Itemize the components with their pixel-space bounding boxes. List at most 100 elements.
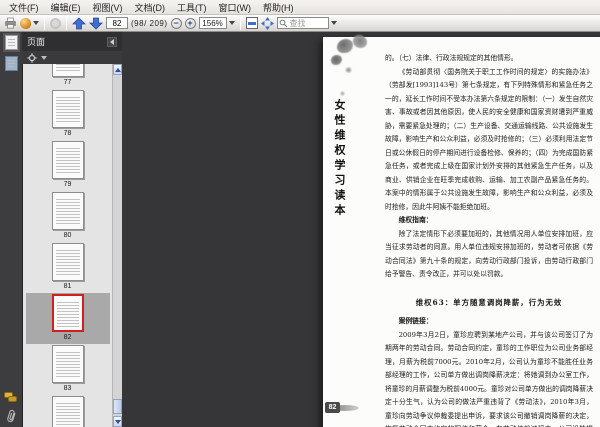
thumbnail-page-83[interactable]: 83 bbox=[26, 344, 110, 395]
find-field-group bbox=[276, 17, 337, 29]
thumbnail-page-81[interactable]: 81 bbox=[26, 242, 110, 293]
arrow-down-icon bbox=[89, 17, 103, 30]
book-side-title: 女性维权学习读本 bbox=[333, 99, 346, 219]
doc-paragraph: 除了法定情形下必须要加班的，其他情况用人单位安排加班，应当征求劳动者的同意。用人… bbox=[385, 229, 593, 279]
thumbnail-number: 81 bbox=[63, 283, 72, 290]
attachments-panel-icon[interactable] bbox=[5, 409, 18, 424]
thumbnail-page-78[interactable]: 78 bbox=[26, 89, 110, 140]
next-page-button[interactable] bbox=[89, 16, 103, 31]
thumbnail-page-84[interactable]: 84 bbox=[26, 395, 110, 427]
scroll-up-button[interactable] bbox=[113, 64, 122, 75]
ink-splash-decoration bbox=[345, 67, 352, 73]
document-viewer[interactable]: 女性维权学习读本 的。（七）法律、行政法规规定的其他情形。《劳动部贯彻〈国务院关… bbox=[122, 32, 600, 427]
comments-panel-icon[interactable] bbox=[4, 391, 18, 403]
pdf-reader-window: 文件(F) 编辑(E) 视图(V) 文档(D) 工具(T) 窗口(W) 帮助(H) bbox=[0, 0, 600, 427]
collapse-panel-button[interactable] bbox=[107, 36, 117, 47]
previous-view-icon bbox=[50, 17, 61, 29]
zoom-level-select[interactable]: 156% bbox=[198, 16, 235, 31]
page-number-badge: 82 bbox=[325, 402, 365, 414]
print-button[interactable] bbox=[4, 16, 17, 31]
sidebar-title: 页面 bbox=[27, 37, 46, 47]
previous-page-button[interactable] bbox=[72, 16, 86, 31]
ink-splash-decoration bbox=[340, 91, 345, 96]
toolbar-separator bbox=[66, 16, 67, 30]
minus-icon: − bbox=[170, 17, 182, 29]
page-number-input[interactable] bbox=[106, 17, 128, 29]
menu-window[interactable]: 窗口(W) bbox=[213, 0, 258, 15]
thumbnail-image[interactable] bbox=[51, 243, 84, 281]
menu-view[interactable]: 视图(V) bbox=[87, 0, 129, 15]
doc-heading: 维权63：单方随意调岗降薪，行为无效 bbox=[415, 297, 563, 307]
fit-page-button[interactable] bbox=[260, 16, 274, 31]
thumbnail-image[interactable] bbox=[51, 64, 84, 77]
thumbnail-number: 79 bbox=[63, 181, 72, 188]
export-icon bbox=[20, 17, 31, 29]
sidebar-scrollbar[interactable] bbox=[112, 64, 122, 427]
chevron-down-icon bbox=[33, 21, 39, 25]
chevron-down-icon bbox=[41, 55, 47, 60]
thumbnail-image[interactable] bbox=[51, 294, 84, 332]
fit-width-icon bbox=[245, 17, 258, 29]
thumbnail-number: 77 bbox=[63, 79, 72, 86]
menu-help[interactable]: 帮助(H) bbox=[257, 0, 300, 15]
previous-view-button[interactable] bbox=[50, 16, 61, 31]
ink-splash-decoration bbox=[331, 55, 342, 65]
document-page: 女性维权学习读本 的。（七）法律、行政法规规定的其他情形。《劳动部贯彻〈国务院关… bbox=[323, 35, 600, 427]
thumbnail-image[interactable] bbox=[51, 345, 84, 383]
pages-panel-icon[interactable] bbox=[2, 33, 20, 52]
plus-icon: + bbox=[184, 17, 196, 29]
toolbar: (98/ 209) − + 156% bbox=[0, 15, 600, 32]
sidebar-header: 页面 bbox=[22, 32, 122, 51]
thumbnail-page-77[interactable]: 77 bbox=[26, 64, 110, 89]
document-text: 的。（七）法律、行政法规规定的其他情形。《劳动部贯彻〈国务院关于职工工作时间的规… bbox=[385, 52, 593, 427]
fit-width-button[interactable] bbox=[245, 16, 258, 31]
fit-page-icon bbox=[260, 16, 274, 30]
thumbnail-number: 82 bbox=[63, 334, 72, 341]
menu-file[interactable]: 文件(F) bbox=[3, 0, 45, 15]
thumbnail-number: 83 bbox=[63, 385, 72, 392]
doc-paragraph: 2009年3月2日，童珍应聘到某地产公司，并与该公司签订了为期两年的劳动合同。劳… bbox=[385, 330, 593, 427]
print-icon bbox=[4, 17, 17, 29]
menu-tools[interactable]: 工具(T) bbox=[171, 0, 213, 15]
ink-splash-decoration bbox=[353, 35, 367, 48]
thumbnail-number: 80 bbox=[63, 232, 72, 239]
doc-paragraph: 维权指南： bbox=[398, 216, 433, 224]
scroll-down-button[interactable] bbox=[113, 416, 122, 427]
export-button[interactable] bbox=[20, 16, 39, 31]
doc-paragraph: 案例链接： bbox=[398, 317, 433, 325]
doc-paragraph: 的。（七）法律、行政法规规定的其他情形。 bbox=[385, 54, 518, 62]
thumbnail-page-80[interactable]: 80 bbox=[26, 191, 110, 242]
search-icon bbox=[279, 19, 288, 28]
toolbar-separator bbox=[239, 16, 241, 30]
doc-paragraph: 《劳动部贯彻〈国务院关于职工工作时间的规定〉的实施办法》（劳部发[1993]14… bbox=[385, 67, 593, 211]
chevron-down-icon bbox=[330, 21, 337, 25]
navigation-icon-strip bbox=[0, 32, 22, 427]
chevron-down-icon bbox=[228, 21, 235, 25]
arrow-up-icon bbox=[72, 16, 86, 30]
thumbnail-image[interactable] bbox=[51, 141, 84, 179]
sidebar-options-row bbox=[22, 51, 122, 64]
thumbnail-image[interactable] bbox=[51, 90, 84, 128]
bookmarks-panel-icon[interactable] bbox=[4, 56, 18, 71]
menu-document[interactable]: 文档(D) bbox=[129, 0, 172, 15]
left-triangle-icon bbox=[110, 38, 114, 45]
thumbnail-page-82[interactable]: 82 bbox=[25, 293, 110, 344]
menu-edit[interactable]: 编辑(E) bbox=[45, 0, 87, 15]
thumbnail-list: 77 78 79 80 81 82 83 84 bbox=[22, 64, 122, 427]
zoom-in-button[interactable]: + bbox=[184, 16, 196, 31]
zoom-level-value: 156% bbox=[198, 17, 227, 29]
thumbnail-image[interactable] bbox=[51, 396, 84, 427]
thumbnail-number: 78 bbox=[63, 130, 72, 137]
badge-number: 82 bbox=[325, 402, 340, 413]
toolbar-separator bbox=[44, 16, 45, 30]
scrollbar-thumb[interactable] bbox=[113, 399, 122, 414]
menu-bar: 文件(F) 编辑(E) 视图(V) 文档(D) 工具(T) 窗口(W) 帮助(H) bbox=[0, 0, 600, 15]
page-count-label: (98/ 209) bbox=[131, 18, 168, 28]
pages-sidebar: 页面 77 78 79 80 81 82 83 84 bbox=[22, 32, 122, 427]
thumbnail-image[interactable] bbox=[51, 192, 84, 230]
main-area: 页面 77 78 79 80 81 82 83 84 bbox=[0, 32, 600, 427]
thumbnail-page-79[interactable]: 79 bbox=[26, 140, 110, 191]
zoom-out-button[interactable]: − bbox=[170, 16, 182, 31]
ink-splash-decoration bbox=[337, 39, 353, 53]
gear-icon[interactable] bbox=[27, 52, 37, 63]
